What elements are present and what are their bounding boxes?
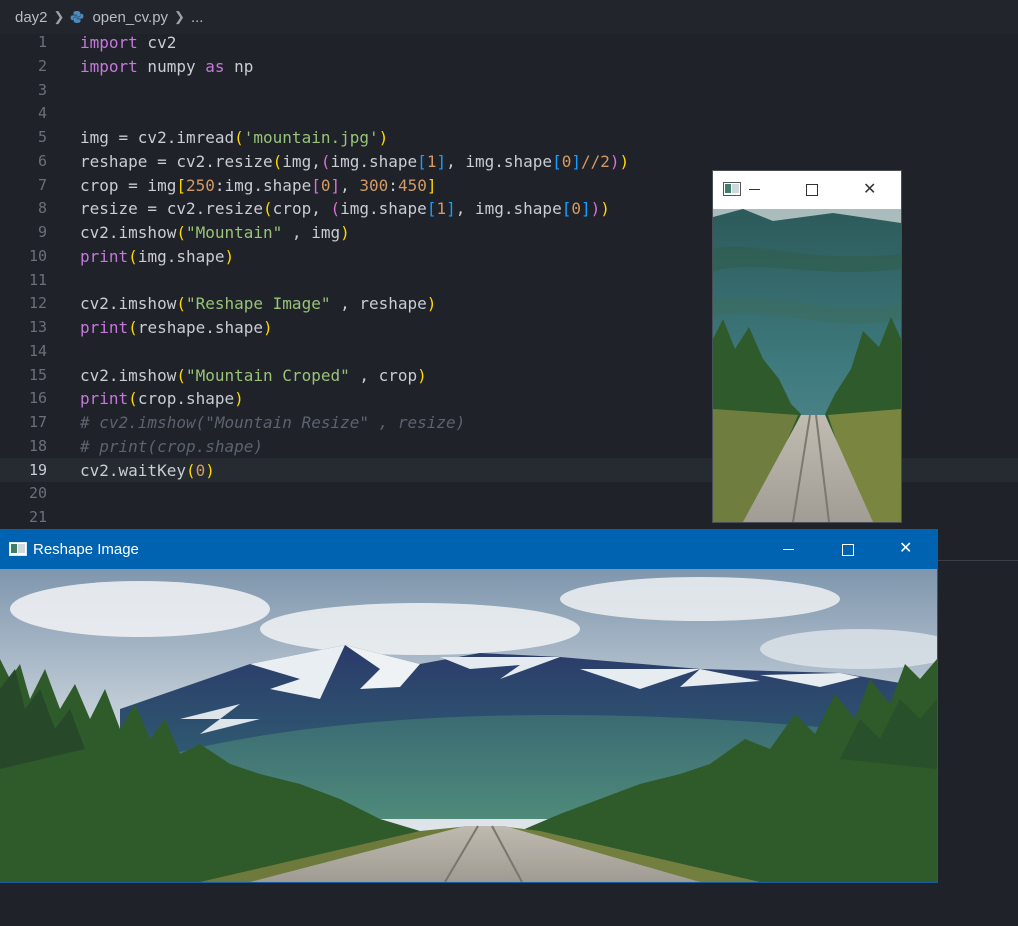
- number-literal: 300: [359, 175, 389, 195]
- line-number: 7: [37, 176, 47, 194]
- code-text: crop.shape: [137, 388, 235, 408]
- code-text: crop,: [272, 198, 331, 218]
- code-text: img.shape: [137, 246, 225, 266]
- minimize-button[interactable]: [783, 549, 794, 550]
- code-text: :: [388, 175, 398, 195]
- line-number: 5: [37, 128, 47, 146]
- string-literal: "Mountain Croped": [185, 365, 350, 385]
- panel-divider: [936, 560, 1018, 561]
- line-number: 20: [28, 484, 47, 502]
- line-number: 3: [37, 81, 47, 99]
- opencv-window-reshape[interactable]: Reshape Image ✕: [0, 530, 937, 882]
- keyword: print: [80, 317, 129, 337]
- code-text: crop = img: [80, 175, 177, 195]
- window-titlebar[interactable]: ✕: [713, 171, 901, 209]
- line-number: 21: [28, 508, 47, 526]
- code-text: numpy: [137, 56, 206, 76]
- reshaped-mountain-image: [0, 569, 937, 882]
- line-number: 19: [28, 461, 47, 479]
- code-text: img.shape: [340, 198, 427, 218]
- line-number: 6: [37, 152, 47, 170]
- keyword: print: [80, 246, 129, 266]
- code-comment: # cv2.imshow("Mountain Resize" , resize): [80, 412, 466, 432]
- line-number: 10: [28, 247, 47, 265]
- breadcrumb-folder[interactable]: day2: [15, 9, 48, 26]
- number-literal: 1: [426, 151, 437, 171]
- maximize-button[interactable]: [842, 544, 854, 556]
- code-text: img = cv2.imread: [80, 127, 235, 147]
- code-line[interactable]: 4: [0, 101, 1018, 125]
- code-line[interactable]: 3: [0, 78, 1018, 102]
- code-text: , img.shape: [455, 198, 562, 218]
- keyword: as: [205, 56, 225, 76]
- breadcrumb-file[interactable]: open_cv.py: [92, 9, 168, 26]
- string-literal: "Reshape Image": [185, 293, 331, 313]
- code-text: cv2: [137, 32, 177, 52]
- code-line[interactable]: 1 import cv2: [0, 30, 1018, 54]
- code-text: cv2.imshow: [80, 293, 177, 313]
- code-text: img,: [282, 151, 321, 171]
- app-window-icon: [9, 542, 27, 556]
- chevron-right-icon: ❯: [53, 9, 65, 24]
- code-text: , img.shape: [446, 151, 553, 171]
- number-literal: 0: [561, 151, 572, 171]
- keyword: import: [80, 32, 138, 52]
- line-number: 17: [28, 413, 47, 431]
- line-number: 15: [28, 366, 47, 384]
- code-text: resize = cv2.resize: [80, 198, 264, 218]
- code-text: reshape = cv2.resize: [80, 151, 273, 171]
- code-text: ,: [340, 175, 360, 195]
- line-number: 12: [28, 294, 47, 312]
- code-line[interactable]: 2 import numpy as np: [0, 54, 1018, 78]
- close-button[interactable]: ✕: [899, 540, 912, 556]
- line-number: 16: [28, 389, 47, 407]
- window-title: Reshape Image: [33, 541, 139, 558]
- keyword: print: [80, 388, 129, 408]
- line-number: 11: [28, 271, 47, 289]
- minimize-button[interactable]: [749, 189, 760, 190]
- window-titlebar[interactable]: Reshape Image ✕: [0, 530, 937, 569]
- code-comment: # print(crop.shape): [80, 436, 264, 456]
- code-text: cv2.imshow: [80, 365, 177, 385]
- close-button[interactable]: ✕: [863, 181, 876, 197]
- line-number: 4: [37, 104, 47, 122]
- line-number: 9: [37, 223, 47, 241]
- string-literal: 'mountain.jpg': [243, 127, 379, 147]
- keyword: import: [80, 56, 138, 76]
- code-text: :img.shape: [214, 175, 312, 195]
- code-text: , reshape: [330, 293, 427, 313]
- opencv-window-crop[interactable]: ✕: [713, 171, 901, 522]
- python-file-icon: [71, 11, 84, 23]
- line-number: 1: [37, 33, 47, 51]
- number-literal: 250: [185, 175, 215, 195]
- line-number: 18: [28, 437, 47, 455]
- code-line[interactable]: 5 img = cv2.imread('mountain.jpg'): [0, 125, 1018, 149]
- code-text: , img: [282, 222, 341, 242]
- code-text: reshape.shape: [137, 317, 264, 337]
- code-text: cv2.imshow: [80, 222, 177, 242]
- line-number: 14: [28, 342, 47, 360]
- chevron-right-icon: ❯: [174, 9, 185, 24]
- cropped-mountain-image: [713, 209, 901, 522]
- code-text: cv2.waitKey: [80, 460, 186, 480]
- breadcrumb: day2 ❯ open_cv.py ❯ ...: [0, 0, 1018, 34]
- line-number: 8: [37, 199, 47, 217]
- line-number: 13: [28, 318, 47, 336]
- code-text: img.shape: [330, 151, 418, 171]
- number-literal: 450: [397, 175, 427, 195]
- maximize-button[interactable]: [806, 184, 818, 196]
- line-number: 2: [37, 57, 47, 75]
- code-text: , crop: [349, 365, 418, 385]
- number-literal: //2: [580, 151, 610, 171]
- string-literal: "Mountain": [185, 222, 283, 242]
- number-literal: 0: [195, 460, 206, 480]
- code-line[interactable]: 6 reshape = cv2.resize(img,(img.shape[1],…: [0, 149, 1018, 173]
- number-literal: 1: [436, 198, 447, 218]
- app-window-icon: [723, 182, 741, 196]
- code-text: np: [224, 56, 254, 76]
- breadcrumb-more[interactable]: ...: [191, 9, 204, 26]
- number-literal: 0: [571, 198, 581, 218]
